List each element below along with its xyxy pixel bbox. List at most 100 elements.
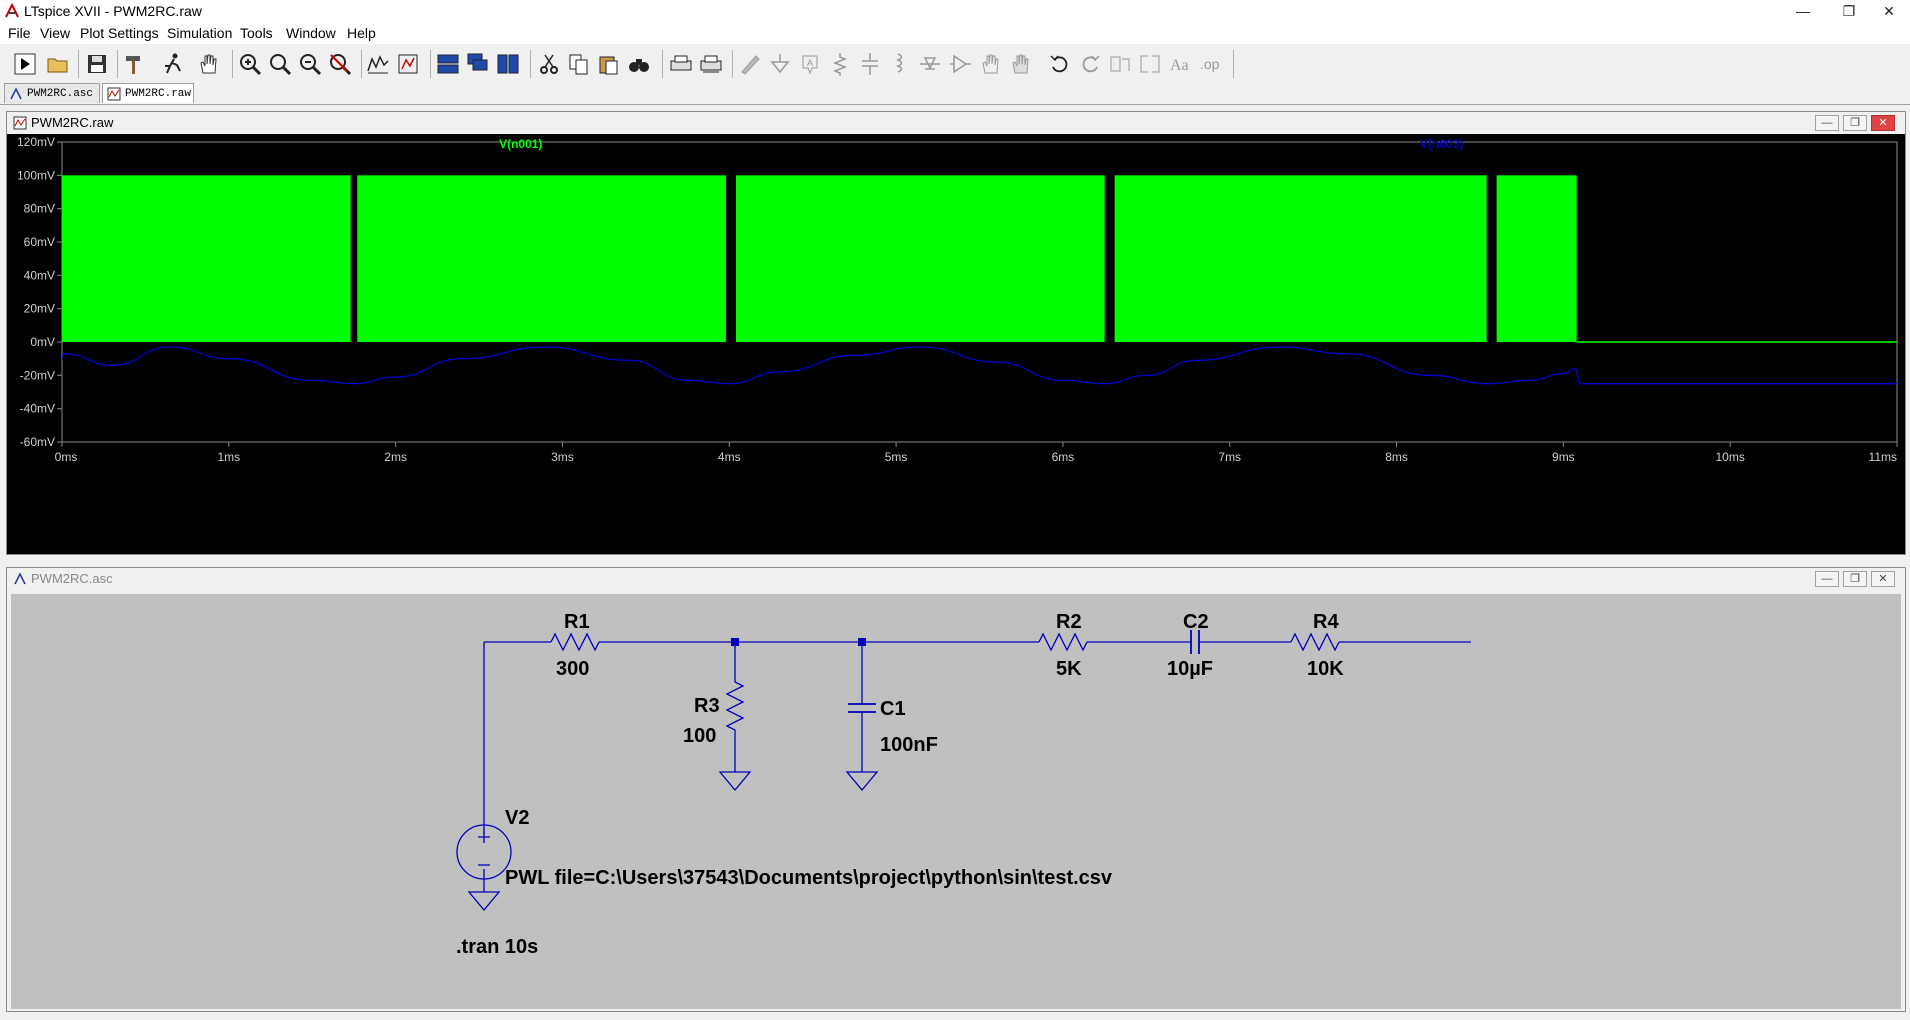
tab-pwm2rc-raw[interactable]: PWM2RC.raw	[102, 83, 194, 103]
v2-value-label: PWL file=C:\Users\37543\Documents\projec…	[505, 867, 1113, 889]
autorange-icon[interactable]	[365, 51, 391, 77]
svg-text:.op: .op	[1200, 56, 1220, 72]
schematic-window-titlebar: PWM2RC.asc — ❐ ✕	[7, 568, 1905, 590]
menu-window[interactable]: Window	[286, 25, 336, 41]
c2-ref-label: C2	[1183, 611, 1209, 633]
move-hand-icon[interactable]	[977, 51, 1003, 77]
x-tick-label: 0ms	[55, 450, 78, 464]
label-net-icon[interactable]: A	[797, 51, 823, 77]
window-restore-button[interactable]: ❐	[1843, 115, 1867, 131]
cut-scissors-icon[interactable]	[536, 51, 562, 77]
resistor-icon[interactable]	[827, 51, 853, 77]
x-tick-label: 3ms	[551, 450, 574, 464]
tab-label: PWM2RC.raw	[125, 88, 192, 100]
menu-tools[interactable]: Tools	[240, 25, 273, 41]
zoom-fit-icon[interactable]	[267, 51, 293, 77]
undo-icon[interactable]	[1047, 51, 1073, 77]
copy-icon[interactable]	[566, 51, 592, 77]
menu-plot-settings[interactable]: Plot Settings	[80, 25, 159, 41]
pwm-band	[62, 175, 351, 342]
menu-bar: File View Plot Settings Simulation Tools…	[0, 22, 1910, 44]
r2-value-label: 5K	[1056, 658, 1082, 680]
close-button[interactable]: ✕	[1866, 0, 1910, 22]
window-close-button[interactable]: ✕	[1871, 115, 1895, 131]
pwm-band	[1114, 175, 1487, 342]
open-folder-icon[interactable]	[45, 51, 71, 77]
print-icon[interactable]	[668, 51, 694, 77]
mirror-icon[interactable]	[1137, 51, 1163, 77]
x-tick-label: 1ms	[217, 450, 240, 464]
y-tick-label: 40mV	[24, 268, 55, 282]
schematic-window[interactable]: PWM2RC.asc — ❐ ✕ R1 300 R3 100 C1 100nF …	[6, 567, 1906, 1012]
tran-directive[interactable]: .tran 10s	[456, 936, 538, 958]
r2-ref-label: R2	[1056, 611, 1082, 633]
redo-icon[interactable]	[1077, 51, 1103, 77]
r3-value-label: 100	[683, 725, 716, 747]
x-tick-label: 6ms	[1052, 450, 1075, 464]
pwm-band	[1496, 175, 1577, 342]
drag-hand-icon[interactable]	[1007, 51, 1033, 77]
waveform-window-title: PWM2RC.raw	[31, 115, 114, 130]
x-tick-label: 2ms	[384, 450, 407, 464]
zoom-out-icon[interactable]	[297, 51, 323, 77]
control-panel-hammer-icon[interactable]	[122, 51, 148, 77]
save-icon[interactable]	[84, 51, 110, 77]
y-tick-label: 0mV	[30, 335, 55, 349]
paste-icon[interactable]	[596, 51, 622, 77]
schematic-icon	[10, 87, 22, 100]
minimize-button[interactable]: —	[1780, 0, 1826, 22]
window-minimize-button[interactable]: —	[1815, 571, 1839, 587]
document-tabs: PWM2RC.asc PWM2RC.raw	[0, 82, 1910, 105]
tile-vertical-icon[interactable]	[495, 51, 521, 77]
find-binoculars-icon[interactable]	[626, 51, 652, 77]
run-icon[interactable]	[12, 51, 38, 77]
x-tick-label: 5ms	[885, 450, 908, 464]
inductor-icon[interactable]	[887, 51, 913, 77]
toolbar-separator	[361, 50, 362, 78]
tile-horizontal-icon[interactable]	[435, 51, 461, 77]
zoom-in-icon[interactable]	[237, 51, 263, 77]
pan-hand-icon[interactable]	[195, 51, 221, 77]
capacitor-icon[interactable]	[857, 51, 883, 77]
window-close-button[interactable]: ✕	[1871, 571, 1895, 587]
menu-view[interactable]: View	[40, 25, 70, 41]
window-restore-button[interactable]: ❐	[1843, 571, 1867, 587]
x-tick-label: 10ms	[1716, 450, 1745, 464]
menu-file[interactable]: File	[8, 25, 31, 41]
text-icon[interactable]: Aa	[1167, 51, 1193, 77]
menu-help[interactable]: Help	[347, 25, 376, 41]
component-icon[interactable]	[947, 51, 973, 77]
waveform-icon	[13, 116, 27, 130]
ground-icon[interactable]	[767, 51, 793, 77]
c2-value-label: 10µF	[1167, 658, 1213, 680]
x-tick-label: 9ms	[1552, 450, 1575, 464]
rotate-icon[interactable]	[1107, 51, 1133, 77]
toolbar-separator	[78, 50, 79, 78]
y-tick-label: -40mV	[20, 402, 55, 416]
add-trace-icon[interactable]	[395, 51, 421, 77]
draw-wire-pencil-icon[interactable]	[737, 51, 763, 77]
zoom-cancel-icon[interactable]	[327, 51, 353, 77]
tab-pwm2rc-asc[interactable]: PWM2RC.asc	[4, 83, 100, 103]
toolbar: A Aa .op	[0, 44, 1910, 83]
title-bar: LTspice XVII - PWM2RC.raw — ❐ ✕	[0, 0, 1910, 22]
print-preview-icon[interactable]	[698, 51, 724, 77]
x-tick-label: 8ms	[1385, 450, 1408, 464]
legend-v-n003: V(n003)	[1420, 137, 1463, 151]
menu-simulation[interactable]: Simulation	[167, 25, 232, 41]
r1-value-label: 300	[556, 658, 589, 680]
window-minimize-button[interactable]: —	[1815, 115, 1839, 131]
r3-ref-label: R3	[694, 695, 720, 717]
x-tick-label: 7ms	[1218, 450, 1241, 464]
waveform-plot[interactable]: 120mV 100mV 80mV 60mV 40mV 20mV 0mV -20mV -40mV -…	[7, 134, 1905, 554]
cascade-icon[interactable]	[465, 51, 491, 77]
svg-text:Aa: Aa	[1170, 57, 1189, 74]
run-man-icon[interactable]	[160, 51, 186, 77]
waveform-window[interactable]: PWM2RC.raw — ❐ ✕ 120mV 100mV 80mV 60mV 40mV 2…	[6, 111, 1906, 555]
spice-directive-icon[interactable]: .op	[1197, 51, 1223, 77]
waveform-window-titlebar: PWM2RC.raw — ❐ ✕	[7, 112, 1905, 134]
schematic-canvas[interactable]: R1 300 R3 100 C1 100nF R2 5K C2 10µF R4 …	[11, 594, 1901, 1009]
diode-icon[interactable]	[917, 51, 943, 77]
schematic-background	[11, 594, 1901, 1009]
toolbar-separator	[1233, 50, 1234, 78]
